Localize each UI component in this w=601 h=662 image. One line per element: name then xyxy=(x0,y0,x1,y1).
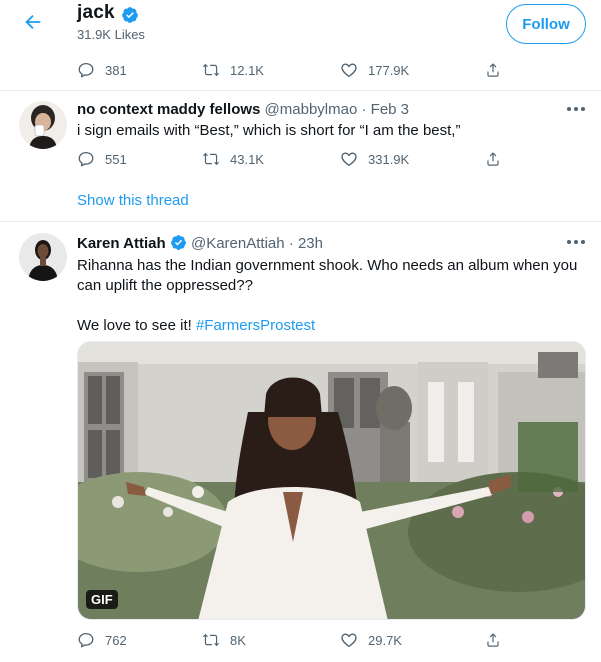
tweet-text-line: can uplift the oppressed?? xyxy=(77,277,253,294)
gif-preview-image xyxy=(78,342,585,619)
retweet-button[interactable]: 8K xyxy=(202,630,246,650)
tweet-actions: 381 12.1K 177.9K xyxy=(0,60,601,80)
reply-icon xyxy=(78,151,94,167)
author-name[interactable]: Karen Attiah xyxy=(77,235,166,252)
avatar-image xyxy=(19,101,67,149)
tweet-time[interactable]: Feb 3 xyxy=(371,101,409,118)
separator: · xyxy=(288,235,294,252)
author-handle[interactable]: @mabbylmao xyxy=(265,101,358,118)
tweet-text: Rihanna has the Indian government shook.… xyxy=(77,256,597,336)
reply-button[interactable]: 762 xyxy=(77,630,127,650)
tweet-header: no context maddy fellows @mabbylmao · Fe… xyxy=(77,101,409,118)
divider xyxy=(0,221,601,222)
tweet-header: Karen Attiah @KarenAttiah · 23h xyxy=(77,234,323,252)
tweet-text-line: Rihanna has the Indian government shook.… xyxy=(77,257,578,274)
profile-name: jack xyxy=(77,2,115,23)
tweet-text: i sign emails with “Best,” which is shor… xyxy=(77,122,461,139)
avatar[interactable] xyxy=(19,101,67,149)
reply-button[interactable]: 551 xyxy=(77,149,127,169)
avatar-image xyxy=(19,233,67,281)
retweet-button[interactable]: 12.1K xyxy=(202,60,264,80)
retweet-icon xyxy=(202,63,220,77)
reply-icon xyxy=(78,62,94,78)
like-button[interactable]: 177.9K xyxy=(340,60,409,80)
share-icon xyxy=(487,152,499,166)
like-icon xyxy=(341,152,357,167)
retweet-count: 43.1K xyxy=(230,151,264,167)
share-button[interactable] xyxy=(484,149,502,169)
tweet-media-gif[interactable]: GIF xyxy=(77,341,586,620)
show-thread-link[interactable]: Show this thread xyxy=(77,192,189,209)
share-icon xyxy=(487,633,499,647)
more-icon[interactable] xyxy=(566,239,586,245)
verified-badge-icon xyxy=(170,235,186,250)
author-name[interactable]: no context maddy fellows xyxy=(77,101,260,118)
follow-button[interactable]: Follow xyxy=(506,4,586,44)
reply-count: 762 xyxy=(105,632,127,648)
like-count: 29.7K xyxy=(368,632,402,648)
tweet-text-line: We love to see it! #FarmersProstest xyxy=(77,316,597,336)
retweet-count: 8K xyxy=(230,632,246,648)
reply-button[interactable]: 381 xyxy=(77,60,127,80)
share-button[interactable] xyxy=(484,630,502,650)
reply-icon xyxy=(78,632,94,648)
divider xyxy=(0,90,601,91)
tweet-time[interactable]: 23h xyxy=(298,235,323,252)
avatar[interactable] xyxy=(19,233,67,281)
more-icon[interactable] xyxy=(566,106,586,112)
reply-count: 381 xyxy=(105,62,127,78)
retweet-icon xyxy=(202,633,220,647)
separator: · xyxy=(361,101,367,118)
reply-count: 551 xyxy=(105,151,127,167)
like-button[interactable]: 29.7K xyxy=(340,630,402,650)
tweet-actions: 551 43.1K 331.9K xyxy=(0,149,601,169)
like-count: 177.9K xyxy=(368,62,410,78)
tweet-text-plain: We love to see it! xyxy=(77,317,192,334)
tweet-actions: 762 8K 29.7K xyxy=(0,630,601,650)
hashtag-link[interactable]: #FarmersProstest xyxy=(196,317,315,334)
likes-count: 31.9K Likes xyxy=(77,27,145,42)
like-icon xyxy=(341,63,357,78)
share-icon xyxy=(487,63,499,77)
retweet-icon xyxy=(202,152,220,166)
profile-header: jack 31.9K Likes Follow xyxy=(0,0,601,50)
author-handle[interactable]: @KarenAttiah xyxy=(191,235,285,252)
back-arrow-icon[interactable] xyxy=(22,11,44,33)
gif-badge: GIF xyxy=(86,590,118,609)
like-count: 331.9K xyxy=(368,151,410,167)
retweet-button[interactable]: 43.1K xyxy=(202,149,264,169)
share-button[interactable] xyxy=(484,60,502,80)
like-button[interactable]: 331.9K xyxy=(340,149,409,169)
like-icon xyxy=(341,633,357,648)
verified-badge-icon xyxy=(122,7,138,23)
retweet-count: 12.1K xyxy=(230,62,264,78)
